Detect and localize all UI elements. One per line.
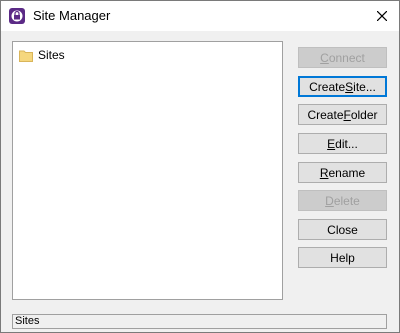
title-bar[interactable]: Site Manager <box>1 1 399 31</box>
folder-icon <box>19 50 33 62</box>
status-text: Sites <box>15 315 40 327</box>
create-site-button[interactable]: Create Site... <box>298 76 387 97</box>
site-manager-window: Site Manager Sites Connect Create Site..… <box>0 0 400 333</box>
close-window-button[interactable] <box>365 1 399 31</box>
connect-button[interactable]: Connect <box>298 47 387 68</box>
delete-button[interactable]: Delete <box>298 190 387 211</box>
tree-item-label: Sites <box>38 48 65 62</box>
sites-tree-view[interactable]: Sites <box>12 41 283 300</box>
help-button[interactable]: Help <box>298 247 387 268</box>
tree-item-sites[interactable]: Sites <box>19 47 65 63</box>
edit-button[interactable]: Edit... <box>298 133 387 154</box>
create-folder-button[interactable]: Create Folder <box>298 104 387 125</box>
rename-button[interactable]: Rename <box>298 162 387 183</box>
close-icon <box>377 11 387 21</box>
app-lock-icon <box>9 8 25 24</box>
window-title: Site Manager <box>33 8 111 23</box>
close-button[interactable]: Close <box>298 219 387 240</box>
status-bar: Sites <box>12 314 387 329</box>
